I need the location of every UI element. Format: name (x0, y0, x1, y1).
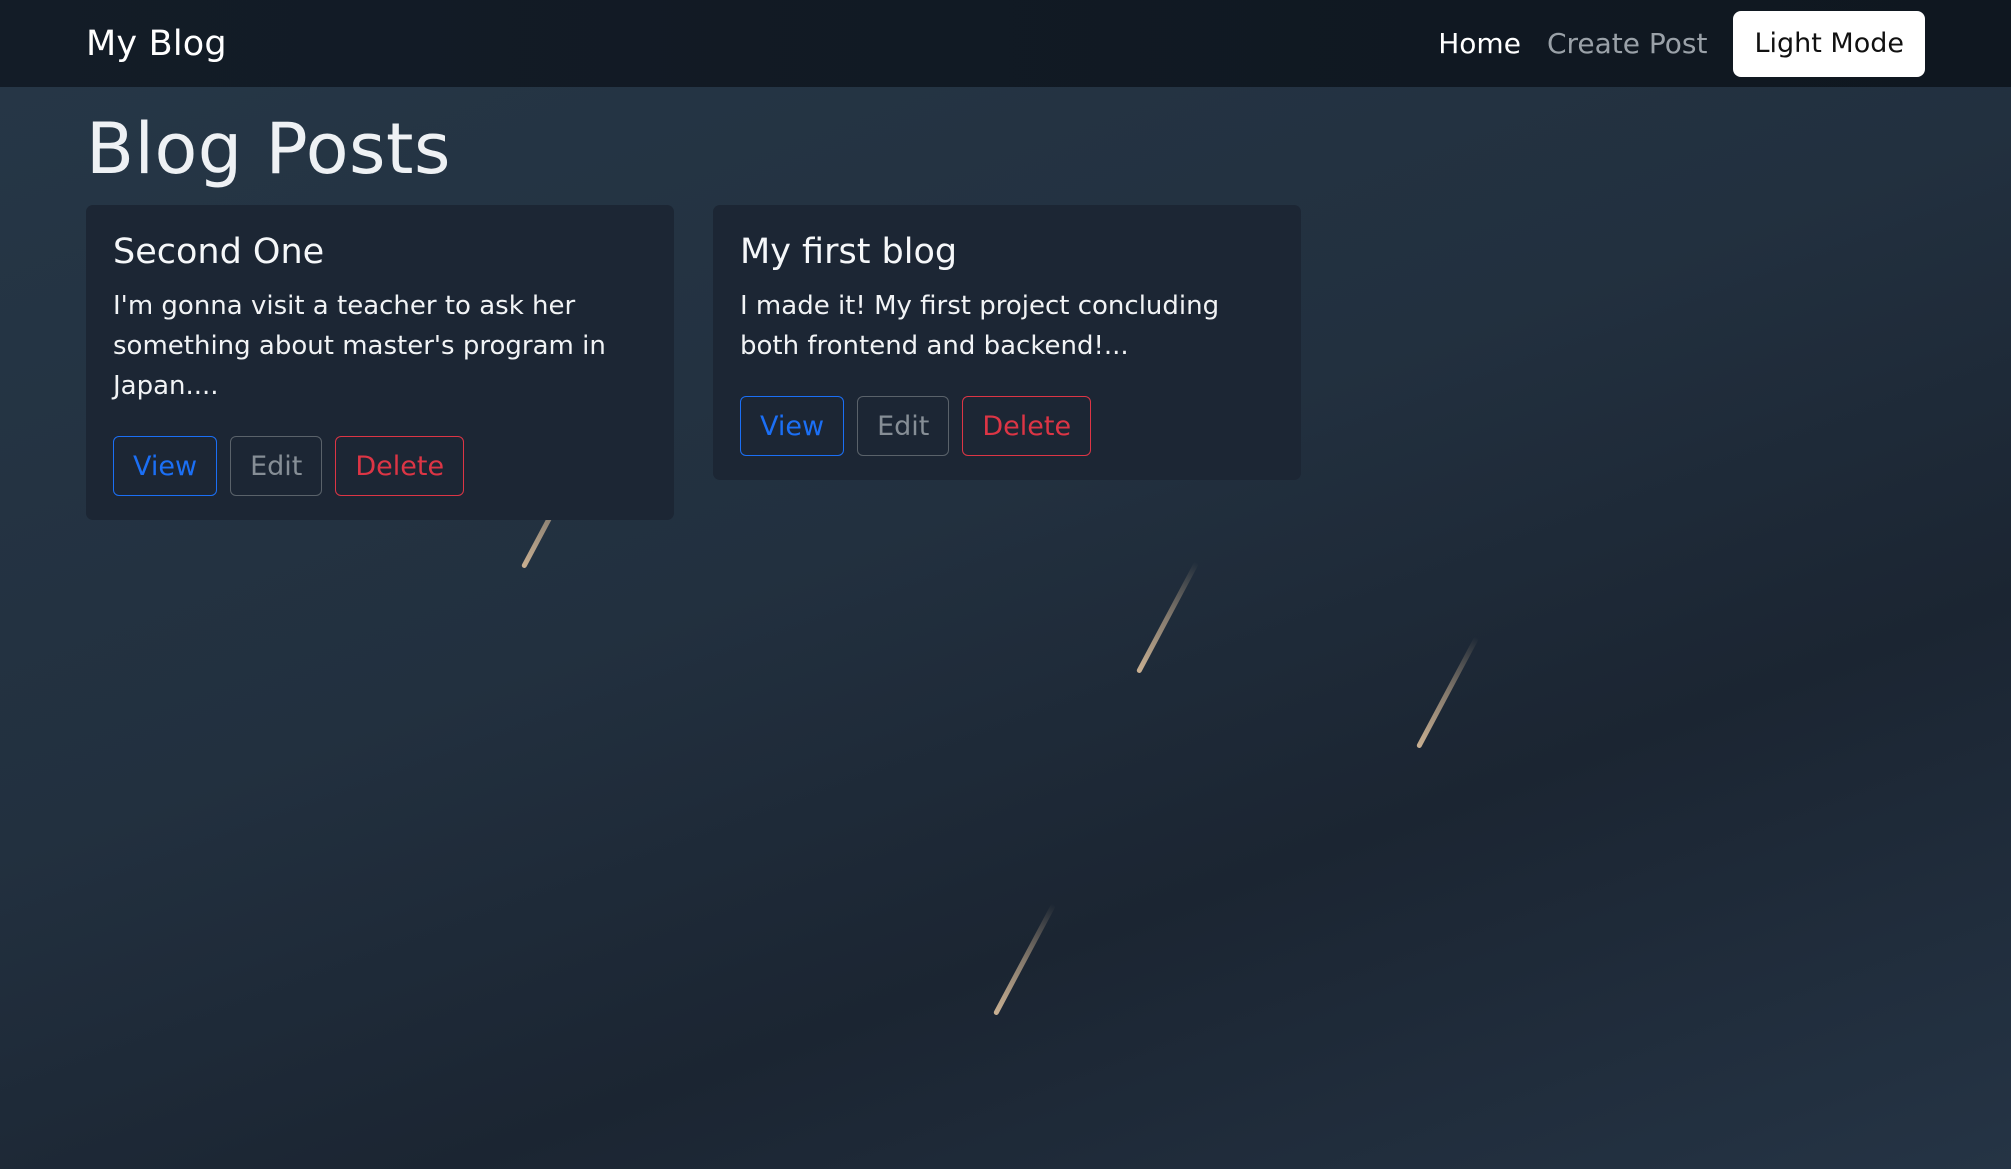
nav-link-create-post[interactable]: Create Post (1547, 27, 1708, 60)
decorative-streak (992, 903, 1057, 1016)
post-card: Second One I'm gonna visit a teacher to … (86, 205, 674, 520)
post-card: My first blog I made it! My first projec… (713, 205, 1301, 480)
delete-button[interactable]: Delete (962, 396, 1092, 456)
edit-button[interactable]: Edit (230, 436, 323, 496)
view-button[interactable]: View (740, 396, 845, 456)
post-actions: View Edit Delete (113, 436, 647, 496)
post-excerpt: I made it! My first project concluding b… (740, 291, 1220, 361)
decorative-streak (1135, 561, 1200, 674)
view-button[interactable]: View (113, 436, 218, 496)
post-actions: View Edit Delete (740, 396, 1274, 456)
brand-link[interactable]: My Blog (86, 24, 227, 64)
post-title: Second One (113, 232, 325, 272)
light-mode-button[interactable]: Light Mode (1733, 10, 1925, 77)
top-navbar: My Blog Home Create Post Light Mode (0, 0, 2011, 87)
post-excerpt: I'm gonna visit a teacher to ask her som… (113, 291, 606, 401)
post-title: My first blog (740, 232, 958, 272)
decorative-streak (1415, 636, 1480, 749)
nav-links: Home Create Post Light Mode (1438, 10, 1925, 77)
page-title: Blog Posts (86, 108, 451, 190)
nav-link-home[interactable]: Home (1438, 27, 1521, 60)
delete-button[interactable]: Delete (335, 436, 465, 496)
edit-button[interactable]: Edit (857, 396, 950, 456)
